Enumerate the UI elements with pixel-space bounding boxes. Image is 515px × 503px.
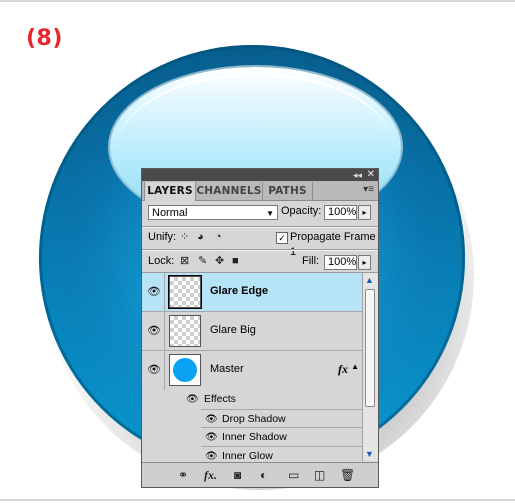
divider [142, 227, 378, 228]
layer-row-glare-big[interactable]: 👁 Glare Big [142, 312, 362, 351]
eye-icon: 👁 [147, 286, 161, 298]
blue-circle-thumbnail [173, 358, 197, 382]
lock-position-icon[interactable]: ✥ [215, 255, 224, 268]
panel-tabs: LAYERS CHANNELS PATHS ▾≡ [142, 181, 378, 201]
opacity-stepper[interactable]: ▸ [358, 205, 371, 220]
effect-item-inner-shadow[interactable]: 👁 Inner Shadow [201, 428, 362, 447]
layer-name: Glare Edge [210, 285, 269, 297]
tab-layers[interactable]: LAYERS [144, 182, 196, 201]
layers-list: 👁 Glare Edge 👁 Glare Big 👁 Master fx ▲ � [142, 273, 362, 461]
layer-name: Glare Big [210, 324, 256, 336]
unify-style-icon[interactable]: ◔ [215, 231, 222, 244]
eye-icon[interactable]: 👁 [205, 447, 218, 461]
layers-panel: ◂◂ ✕ LAYERS CHANNELS PATHS ▾≡ Normal ▼ O… [141, 168, 379, 488]
blend-mode-value: Normal [152, 207, 188, 219]
effect-name: Inner Glow [222, 450, 273, 461]
effects-group[interactable]: 👁 Effects [142, 390, 362, 409]
layer-thumbnail [169, 354, 201, 386]
top-divider [0, 0, 515, 2]
visibility-toggle[interactable]: 👁 [142, 273, 165, 312]
effect-name: Drop Shadow [222, 413, 286, 425]
add-mask-icon[interactable]: ◙ [234, 467, 241, 483]
visibility-toggle[interactable]: 👁 [142, 351, 165, 390]
fill-input[interactable]: 100% [324, 255, 357, 270]
eye-icon: 👁 [147, 364, 161, 376]
layer-row-glare-edge[interactable]: 👁 Glare Edge [142, 273, 362, 312]
tab-channels[interactable]: CHANNELS [196, 182, 263, 200]
panel-titlebar[interactable]: ◂◂ ✕ [142, 169, 378, 181]
unify-position-icon[interactable]: ⁘ [180, 231, 189, 244]
fx-icon[interactable]: fx [338, 362, 348, 377]
opacity-label: Opacity: [281, 205, 322, 217]
effect-name: Inner Shadow [222, 431, 287, 443]
scroll-down-icon[interactable]: ▼ [365, 449, 374, 459]
unify-label: Unify: [148, 231, 177, 243]
chevron-down-icon: ▼ [266, 209, 274, 218]
scrollbar-thumb[interactable] [365, 289, 375, 407]
add-style-icon[interactable]: fx. [204, 467, 217, 483]
collapse-arrows-icon[interactable]: ◂◂ [353, 169, 362, 181]
effect-item-inner-glow[interactable]: 👁 Inner Glow [201, 447, 362, 461]
eye-icon[interactable]: 👁 [205, 428, 218, 447]
divider [142, 250, 378, 251]
adjustment-layer-icon[interactable]: ◐ [260, 467, 267, 483]
new-group-icon[interactable]: ▭ [288, 467, 299, 483]
lock-all-icon[interactable]: ■ [232, 255, 239, 268]
delete-icon[interactable]: 🗑 [340, 467, 355, 483]
lock-image-icon[interactable]: ✎ [198, 255, 207, 268]
layer-name: Master [210, 363, 244, 375]
panel-bottom-toolbar: ⚭ fx. ◙ ◐ ▭ ◫ 🗑 [142, 462, 378, 487]
bottom-divider [0, 499, 515, 501]
step-label: (8) [26, 26, 63, 51]
eye-icon: 👁 [147, 325, 161, 337]
opacity-input[interactable]: 100% [324, 205, 357, 220]
layer-thumbnail [168, 275, 202, 309]
panel-menu-icon[interactable]: ▾≡ [363, 184, 374, 195]
eye-icon[interactable]: 👁 [205, 410, 218, 429]
layers-scrollbar[interactable]: ▲ ▼ [362, 273, 378, 461]
layer-thumbnail [169, 315, 201, 347]
lock-transparent-icon[interactable]: ⊠ [180, 255, 189, 268]
lock-label: Lock: [148, 255, 175, 267]
visibility-toggle[interactable]: 👁 [142, 312, 165, 351]
new-layer-icon[interactable]: ◫ [314, 467, 325, 483]
propagate-checkbox[interactable]: ✓ [276, 232, 288, 244]
effect-item-drop-shadow[interactable]: 👁 Drop Shadow [201, 409, 362, 428]
scroll-up-icon[interactable]: ▲ [365, 275, 374, 285]
eye-icon[interactable]: 👁 [186, 390, 199, 409]
effects-label: Effects [204, 393, 236, 405]
fill-stepper[interactable]: ▸ [358, 255, 371, 270]
fill-label: Fill: [302, 255, 320, 267]
link-layers-icon[interactable]: ⚭ [178, 467, 188, 483]
close-icon[interactable]: ✕ [367, 169, 375, 181]
unify-visibility-icon[interactable]: ◕ [197, 231, 204, 244]
expand-effects-icon[interactable]: ▲ [351, 362, 359, 371]
layer-row-master[interactable]: 👁 Master fx ▲ [142, 351, 362, 390]
tab-paths[interactable]: PATHS [263, 182, 313, 200]
blend-mode-select[interactable]: Normal ▼ [148, 205, 278, 220]
